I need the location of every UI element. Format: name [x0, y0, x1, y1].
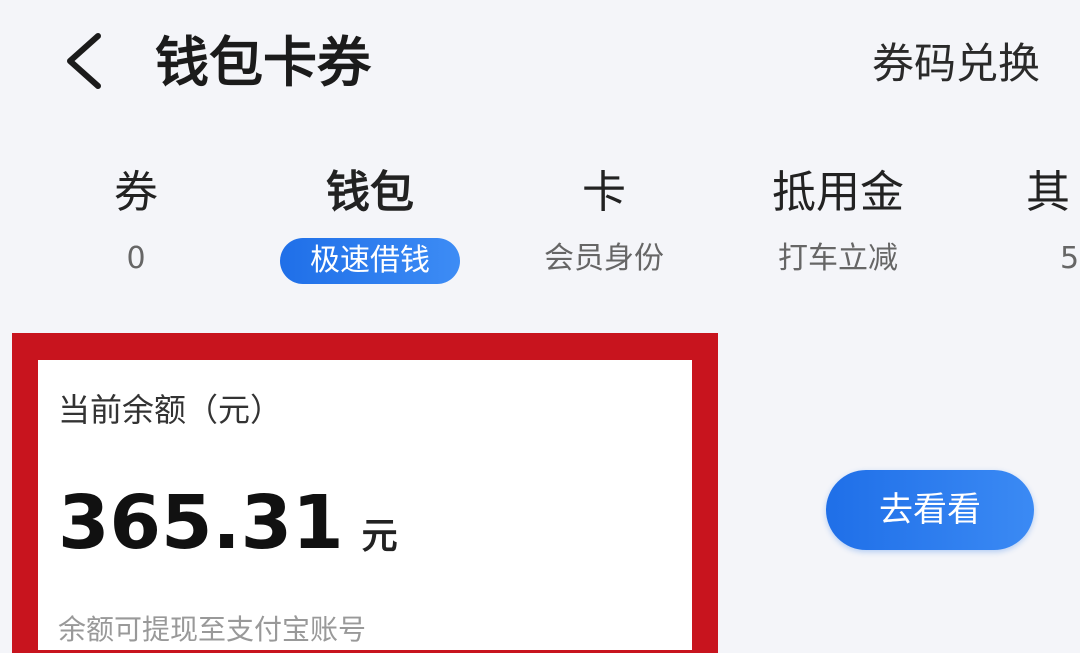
tab-label: 券: [114, 167, 158, 218]
tab-sub-label: 打车立减: [778, 241, 898, 276]
tab-wallet[interactable]: 钱包 极速借钱: [250, 160, 490, 300]
balance-unit: 元: [361, 516, 398, 557]
tab-coupons[interactable]: 券 0: [16, 160, 256, 300]
balance-amount: 365.31: [58, 480, 344, 566]
tab-sub-label: 0: [126, 241, 146, 276]
coupon-code-redeem-link[interactable]: 券码兑换: [872, 36, 1040, 92]
balance-card: 当前余额（元） 365.31 元 余额可提现至支付宝账号: [38, 360, 692, 650]
tab-cards[interactable]: 卡 会员身份: [484, 160, 724, 300]
tab-sub-badge: 极速借钱: [280, 238, 460, 284]
tab-label: 抵用金: [772, 167, 904, 218]
tab-sub-label: 5: [1060, 241, 1080, 276]
page-title: 钱包卡券: [155, 31, 371, 94]
category-tabs: 券 0 钱包 极速借钱 卡 会员身份 抵用金 打车立减 其 5: [0, 160, 1080, 300]
tab-other[interactable]: 其 5: [1000, 160, 1080, 300]
tab-label: 钱包: [326, 167, 414, 218]
chevron-left-icon[interactable]: [58, 30, 108, 92]
go-look-button[interactable]: 去看看: [826, 470, 1034, 550]
tab-label: 其: [1026, 167, 1070, 218]
balance-row: 365.31 元: [58, 478, 398, 568]
balance-note: 余额可提现至支付宝账号: [58, 613, 367, 646]
header-bar: 钱包卡券 券码兑换: [0, 0, 1080, 125]
tab-deduction-credit[interactable]: 抵用金 打车立减: [718, 160, 958, 300]
tab-sub-label: 会员身份: [544, 241, 664, 276]
balance-label: 当前余额（元）: [58, 391, 283, 429]
tab-label: 卡: [582, 167, 626, 218]
